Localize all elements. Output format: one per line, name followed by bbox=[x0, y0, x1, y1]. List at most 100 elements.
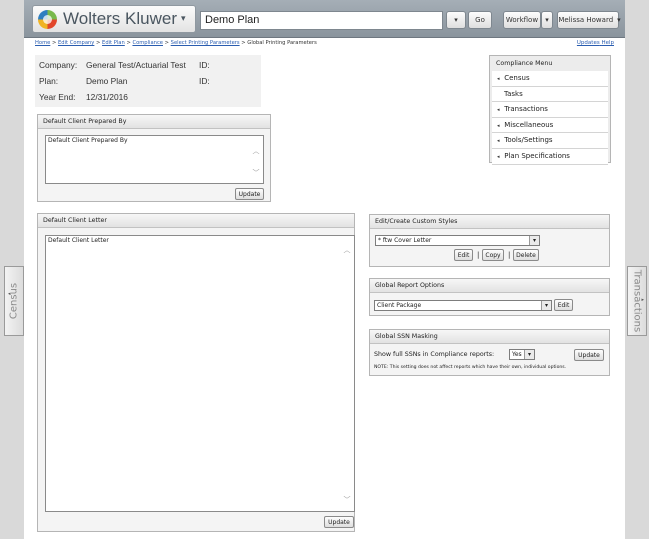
wolters-kluwer-logo-icon bbox=[38, 9, 57, 29]
chevron-down-icon: ▾ bbox=[545, 16, 549, 24]
breadcrumb: Home > Edit Company > Edit Plan > Compli… bbox=[35, 40, 317, 46]
breadcrumb-home-link[interactable]: Home bbox=[35, 40, 50, 46]
chevron-down-icon: ▾ bbox=[617, 16, 621, 24]
plan-label: Plan: bbox=[39, 76, 59, 86]
plan-value: Demo Plan bbox=[86, 76, 128, 86]
report-options-select[interactable]: Client Package ▾ bbox=[374, 300, 552, 311]
prepared-by-update-button[interactable]: Update bbox=[235, 188, 264, 200]
plan-id-label: ID: bbox=[199, 76, 210, 86]
year-end-row: Year End: 12/31/2016 bbox=[39, 92, 128, 102]
breadcrumb-separator: > bbox=[164, 40, 170, 46]
workflow-dropdown-button[interactable]: ▾ bbox=[541, 11, 553, 29]
user-name: Melissa Howard bbox=[558, 16, 614, 24]
scroll-up-icon[interactable]: ︿ bbox=[252, 147, 260, 155]
report-options-panel: Global Report Options Client Package ▾ E… bbox=[369, 278, 610, 316]
transactions-side-tab-label: Transactions bbox=[631, 269, 643, 333]
menu-item-label: Census bbox=[504, 74, 530, 82]
custom-style-edit-button[interactable]: Edit bbox=[454, 249, 473, 261]
client-letter-textarea[interactable]: Default Client Letter ︿ ﹀ bbox=[45, 235, 355, 512]
custom-styles-panel: Edit/Create Custom Styles * ftw Cover Le… bbox=[369, 214, 610, 267]
breadcrumb-edit-company-link[interactable]: Edit Company bbox=[58, 40, 94, 46]
menu-item-label: Tasks bbox=[504, 89, 523, 98]
census-side-tab-label: Census bbox=[8, 282, 20, 320]
custom-style-delete-button[interactable]: Delete bbox=[513, 249, 539, 261]
ssn-masking-title: Global SSN Masking bbox=[370, 330, 609, 344]
company-label: Company: bbox=[39, 60, 78, 70]
prepared-by-title: Default Client Prepared By bbox=[38, 115, 270, 129]
breadcrumb-separator: > bbox=[126, 40, 131, 46]
report-options-edit-button[interactable]: Edit bbox=[554, 299, 573, 311]
plan-dropdown-button[interactable]: ▾ bbox=[446, 11, 466, 29]
caret-left-icon: ◂ bbox=[497, 153, 500, 160]
ssn-masking-select[interactable]: Yes ▾ bbox=[509, 349, 535, 360]
breadcrumb-compliance-link[interactable]: Compliance bbox=[132, 40, 163, 46]
census-side-tab[interactable]: ◂ Census bbox=[4, 266, 24, 336]
menu-item-label: Miscellaneous bbox=[504, 120, 554, 129]
chevron-down-icon: ▾ bbox=[181, 14, 186, 24]
menu-item-transactions[interactable]: ◂ Transactions bbox=[492, 102, 608, 118]
year-end-label: Year End: bbox=[39, 92, 76, 102]
go-button[interactable]: Go bbox=[468, 11, 492, 29]
custom-styles-title: Edit/Create Custom Styles bbox=[370, 215, 609, 229]
year-end-value: 12/31/2016 bbox=[86, 92, 128, 102]
caret-left-icon: ◂ bbox=[497, 138, 500, 145]
scroll-up-icon[interactable]: ︿ bbox=[343, 246, 351, 254]
caret-left-icon: ◂ bbox=[497, 122, 500, 129]
brand-menu-button[interactable]: Wolters Kluwer ▾ bbox=[32, 5, 196, 33]
client-letter-update-button[interactable]: Update bbox=[324, 516, 354, 528]
menu-item-label: Transactions bbox=[504, 105, 548, 114]
plan-row: Plan: Demo Plan bbox=[39, 76, 127, 86]
brand-name: Wolters Kluwer bbox=[63, 9, 177, 28]
menu-item-plan-specifications[interactable]: ◂ Plan Specifications bbox=[492, 148, 608, 165]
top-bar: Wolters Kluwer ▾ Demo Plan ▾ Go Workflow… bbox=[24, 0, 625, 38]
top-links: Updates Help bbox=[577, 40, 614, 46]
compliance-menu: Compliance Menu ◂ Census Tasks ◂ Transac… bbox=[489, 55, 611, 165]
company-id-label: ID: bbox=[199, 60, 210, 70]
breadcrumb-current: Global Printing Parameters bbox=[247, 40, 317, 46]
report-options-title: Global Report Options bbox=[370, 279, 609, 293]
ssn-masking-panel: Global SSN Masking Show full SSNs in Com… bbox=[369, 329, 610, 376]
chevron-down-icon: ▾ bbox=[529, 236, 539, 245]
menu-item-label: Plan Specifications bbox=[504, 151, 570, 160]
breadcrumb-edit-plan-link[interactable]: Edit Plan bbox=[102, 40, 125, 46]
separator: | bbox=[477, 251, 480, 259]
menu-item-census[interactable]: ◂ Census bbox=[492, 71, 608, 87]
menu-item-label: Tools/Settings bbox=[504, 136, 553, 145]
user-menu-button[interactable]: Melissa Howard ▾ bbox=[557, 11, 621, 29]
prepared-by-panel: Default Client Prepared By Default Clien… bbox=[37, 114, 271, 202]
ssn-masking-selected: Yes bbox=[512, 351, 522, 358]
chevron-down-icon: ▾ bbox=[524, 350, 534, 359]
ssn-masking-note: NOTE: This setting does not affect repor… bbox=[374, 365, 567, 370]
custom-style-copy-button[interactable]: Copy bbox=[482, 249, 504, 261]
client-letter-title: Default Client Letter bbox=[38, 214, 354, 228]
company-value: General Test/Actuarial Test bbox=[86, 60, 186, 70]
help-link[interactable]: Help bbox=[601, 40, 614, 46]
caret-left-icon: ◂ bbox=[497, 107, 500, 114]
separator: | bbox=[508, 251, 511, 259]
chevron-down-icon: ▾ bbox=[541, 301, 551, 310]
client-letter-text: Default Client Letter bbox=[48, 237, 109, 244]
scroll-down-icon[interactable]: ﹀ bbox=[343, 496, 351, 504]
company-row: Company: General Test/Actuarial Test bbox=[39, 60, 186, 70]
custom-style-select[interactable]: * ftw Cover Letter ▾ bbox=[375, 235, 540, 246]
caret-left-icon: ◂ bbox=[497, 76, 500, 82]
scroll-down-icon[interactable]: ﹀ bbox=[252, 169, 260, 177]
plan-search-input[interactable]: Demo Plan bbox=[200, 11, 443, 30]
breadcrumb-separator: > bbox=[51, 40, 57, 46]
breadcrumb-separator: > bbox=[96, 40, 101, 46]
prepared-by-text: Default Client Prepared By bbox=[48, 137, 128, 144]
ssn-masking-update-button[interactable]: Update bbox=[574, 349, 604, 361]
prepared-by-textarea[interactable]: Default Client Prepared By ︿ ﹀ bbox=[45, 135, 264, 184]
client-letter-panel: Default Client Letter Default Client Let… bbox=[37, 213, 355, 532]
ssn-masking-question: Show full SSNs in Compliance reports: bbox=[374, 351, 495, 358]
menu-item-tools-settings[interactable]: ◂ Tools/Settings bbox=[492, 133, 608, 149]
report-options-selected: Client Package bbox=[377, 302, 422, 309]
transactions-side-tab[interactable]: ▸ Transactions bbox=[627, 266, 647, 336]
chevron-down-icon: ▾ bbox=[454, 16, 458, 24]
workflow-button[interactable]: Workflow bbox=[503, 11, 541, 29]
menu-item-miscellaneous[interactable]: ◂ Miscellaneous bbox=[492, 117, 608, 134]
updates-link[interactable]: Updates bbox=[577, 40, 600, 46]
breadcrumb-printing-parameters-link[interactable]: Select Printing Parameters bbox=[171, 40, 240, 46]
menu-item-tasks[interactable]: Tasks bbox=[492, 86, 608, 103]
plan-info-panel: Company: General Test/Actuarial Test ID: … bbox=[35, 55, 261, 107]
